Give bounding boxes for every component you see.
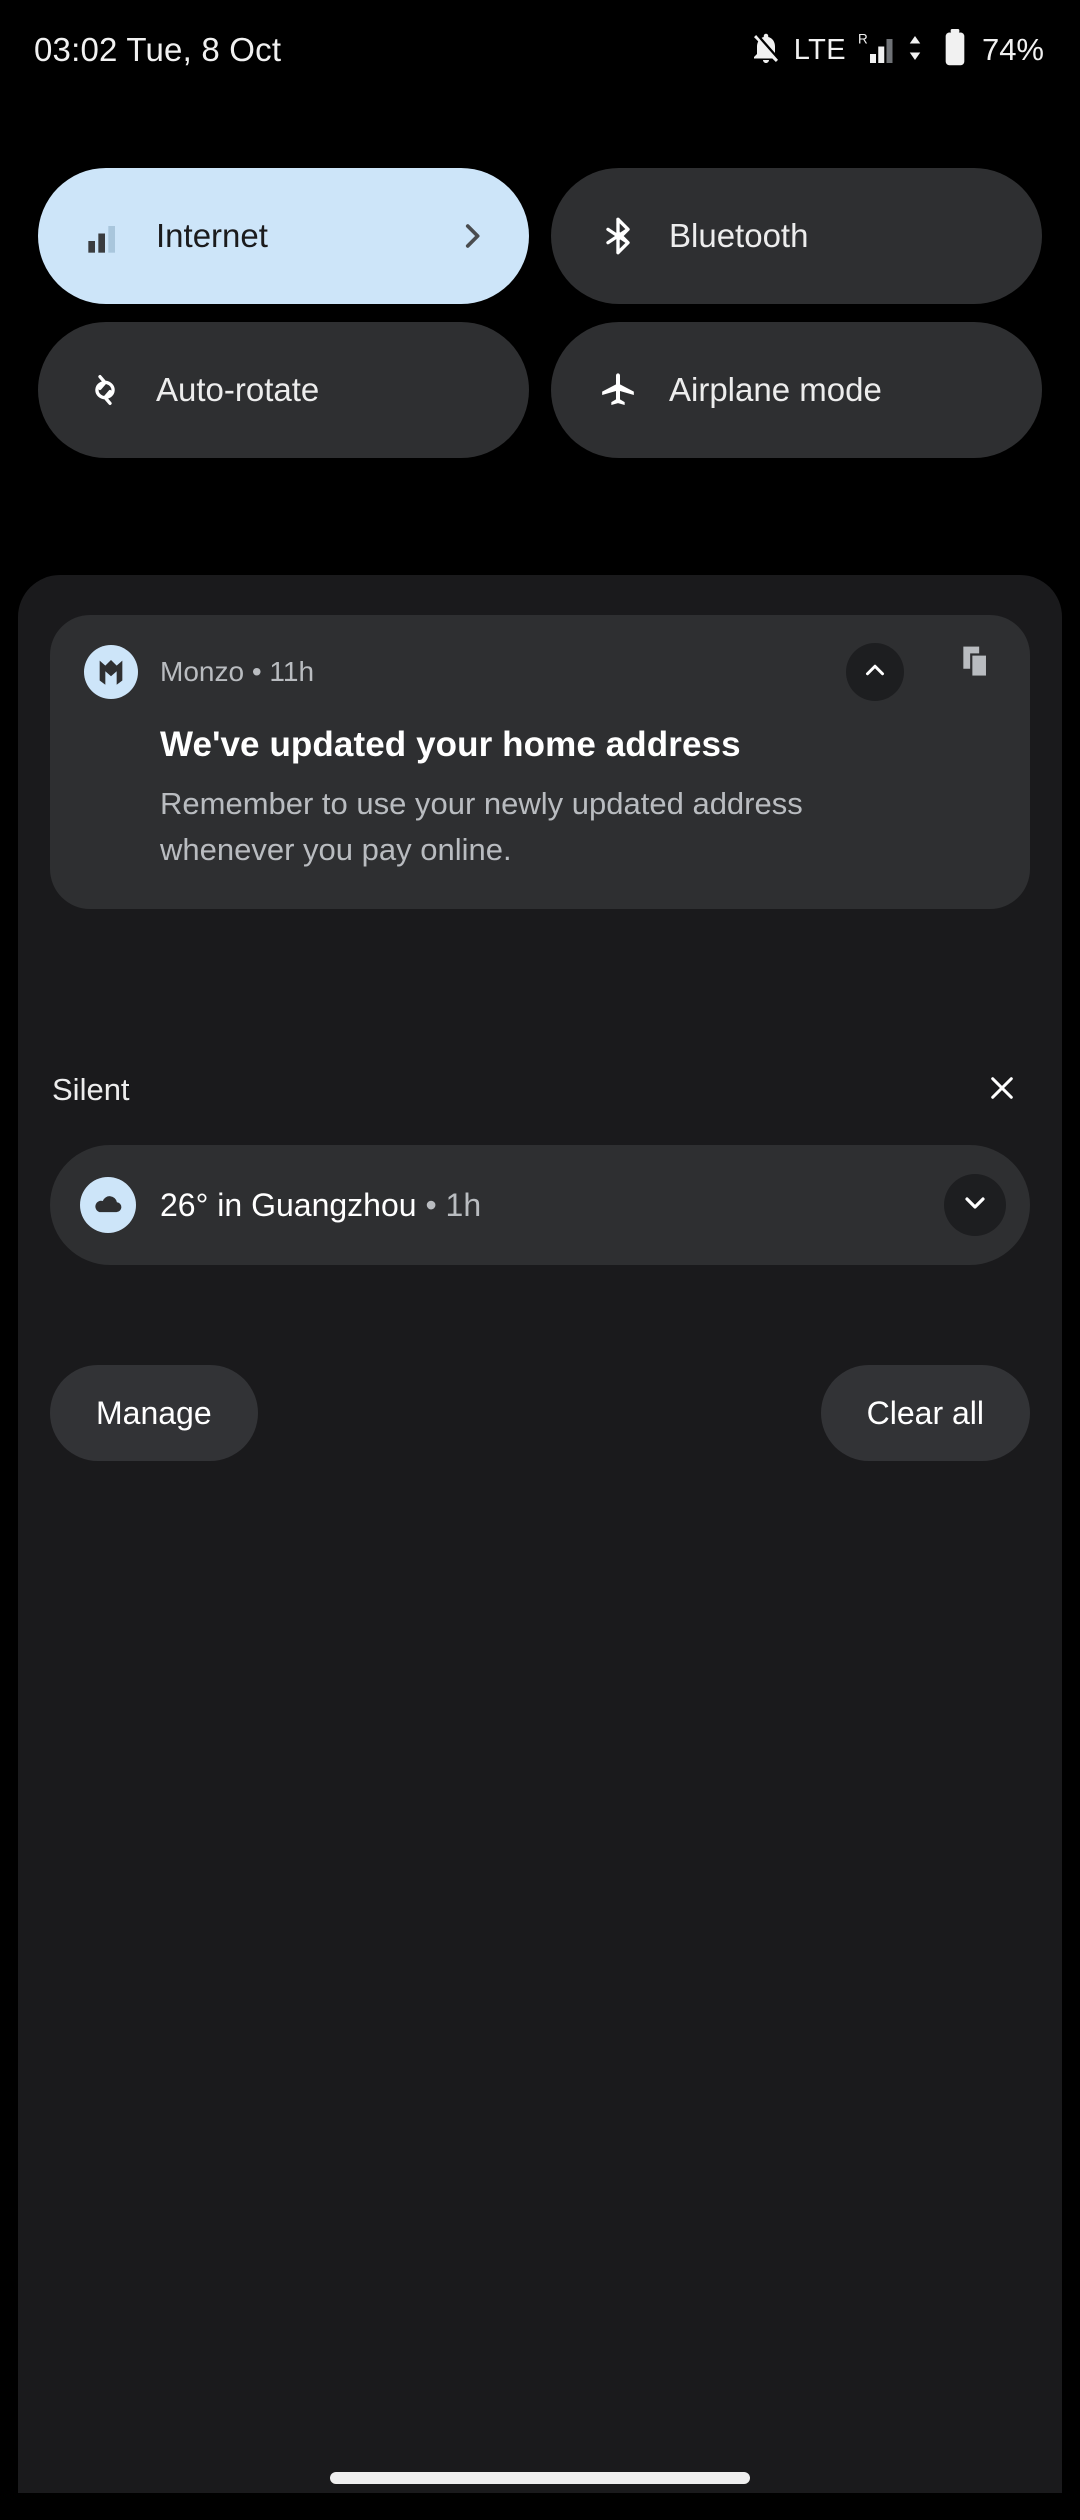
weather-notification-text: 26° in Guangzhou • 1h [160, 1187, 481, 1224]
weather-title: 26° in Guangzhou [160, 1186, 417, 1223]
quick-tile-airplane-mode[interactable]: Airplane mode [551, 322, 1042, 458]
quick-tile-auto-rotate[interactable]: Auto-rotate [38, 322, 529, 458]
status-bar-clock: 03:02 Tue, 8 Oct [34, 31, 282, 68]
shade-action-buttons: Manage Clear all [50, 1365, 1030, 1461]
quick-tile-label: Auto-rotate [156, 371, 320, 408]
svg-text:R: R [858, 31, 868, 46]
quick-tile-label: Airplane mode [669, 371, 882, 408]
notification-weather[interactable]: 26° in Guangzhou • 1h [50, 1145, 1030, 1265]
notification-collapse-button[interactable] [846, 643, 904, 701]
cloud-icon [80, 1177, 136, 1233]
notification-body: Remember to use your newly updated addre… [160, 786, 803, 867]
silent-section-header: Silent [52, 1060, 1030, 1120]
close-icon [986, 1072, 1018, 1109]
notifications-off-icon [748, 30, 784, 71]
notification-header: Monzo • 11h [84, 643, 996, 701]
silent-section-label: Silent [52, 1072, 130, 1107]
home-gesture-pill[interactable] [330, 2472, 750, 2484]
chevron-up-icon [860, 655, 890, 690]
weather-time: • 1h [416, 1186, 482, 1223]
silent-section-close-button[interactable] [974, 1062, 1030, 1118]
notification-expand-button[interactable] [944, 1174, 1006, 1236]
quick-settings-grid: Internet Bluetooth Auto-rotate Airplane … [38, 168, 1042, 458]
battery-icon [942, 28, 968, 72]
copy-icon[interactable] [956, 645, 996, 697]
chevron-down-icon [959, 1187, 991, 1224]
status-bar-icons: LTE R 74% [748, 28, 1044, 72]
quick-tile-bluetooth[interactable]: Bluetooth [551, 168, 1042, 304]
auto-rotate-icon [80, 370, 130, 410]
bluetooth-icon [593, 216, 643, 256]
battery-percent-label: 74% [981, 32, 1044, 67]
manage-button[interactable]: Manage [50, 1365, 258, 1461]
notification-shade: Monzo • 11h We've updated your home addr… [18, 575, 1062, 2493]
signal-bars-icon [80, 216, 130, 256]
notification-app-and-time: Monzo • 11h [160, 656, 315, 687]
monzo-app-icon [84, 645, 138, 699]
quick-tile-internet[interactable]: Internet [38, 168, 529, 304]
notification-monzo[interactable]: Monzo • 11h We've updated your home addr… [50, 615, 1030, 909]
data-transfer-icon [906, 30, 924, 71]
network-type-label: LTE [793, 33, 846, 66]
chevron-right-icon[interactable] [455, 219, 489, 253]
notification-title: We've updated your home address [160, 725, 741, 764]
clear-all-button[interactable]: Clear all [820, 1365, 1030, 1461]
airplane-icon [593, 370, 643, 410]
quick-tile-label: Internet [156, 217, 268, 254]
status-bar: 03:02 Tue, 8 Oct LTE R 74% [0, 0, 1080, 100]
quick-tile-label: Bluetooth [669, 217, 809, 254]
signal-bars-icon: R [856, 30, 896, 71]
